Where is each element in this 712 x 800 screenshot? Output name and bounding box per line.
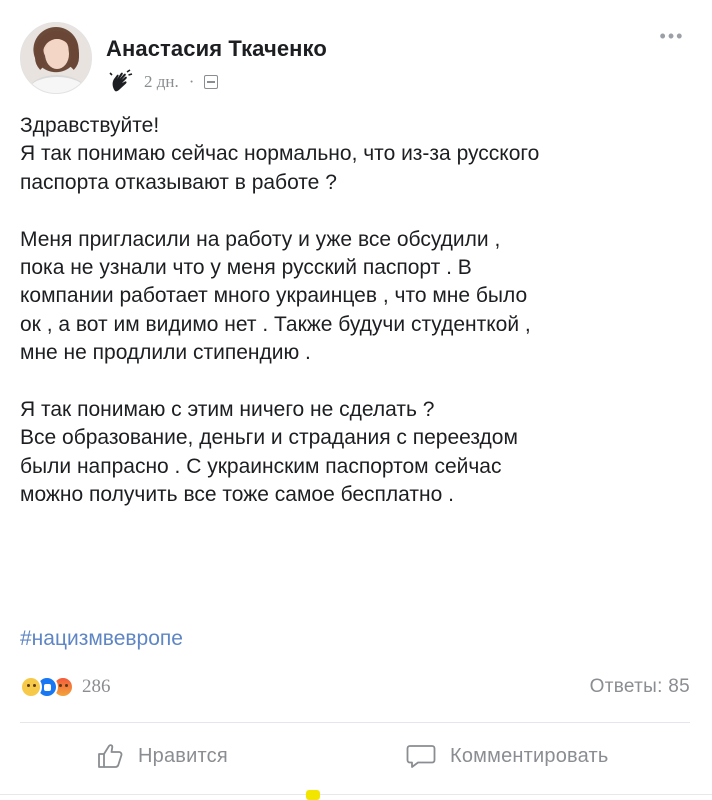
replies-count[interactable]: Ответы: 85 [590, 676, 690, 698]
cropped-artifact [306, 790, 320, 800]
reactions-summary[interactable]: 286 [20, 676, 111, 698]
comment-button[interactable]: Комментировать [406, 742, 608, 770]
comment-button-label: Комментировать [450, 744, 609, 767]
author-name[interactable]: Анастасия Ткаченко [106, 36, 327, 62]
body-line: можно получить все тоже самое бесплатно … [20, 483, 454, 507]
like-button-label: Нравится [138, 744, 228, 767]
more-options-icon[interactable]: ••• [652, 27, 692, 50]
comment-bubble-icon [406, 742, 436, 770]
body-line: пока не узнали что у меня русский паспор… [20, 256, 472, 280]
author-avatar[interactable] [20, 22, 92, 94]
hashtag-link[interactable]: #нацизмвевропе [20, 627, 183, 651]
bottom-divider [0, 794, 712, 795]
body-line: Я так понимаю с этим ничего не сделать ? [20, 398, 435, 422]
body-line: компании работает много украинцев , что … [20, 284, 528, 308]
body-line: мне не продлили стипендию . [20, 341, 311, 365]
post-meta: 2 дн. · [108, 68, 219, 96]
body-line: были напрасно . С украинским паспортом с… [20, 454, 502, 478]
divider [20, 722, 690, 723]
body-line: Я так понимаю сейчас нормально, что из-з… [20, 142, 540, 166]
post-time[interactable]: 2 дн. [144, 72, 179, 92]
post-body: Здравствуйте! Я так понимаю сейчас норма… [20, 112, 700, 510]
thumbs-up-icon [96, 742, 124, 770]
body-line: ок , а вот им видимо нет . Также будучи … [20, 312, 531, 336]
like-button[interactable]: Нравится [96, 742, 228, 770]
waving-hand-icon [108, 69, 134, 95]
meta-separator: · [188, 72, 195, 91]
facebook-post: Анастасия Ткаченко 2 дн. · ••• Здравству… [0, 0, 712, 800]
reaction-count: 286 [82, 676, 111, 697]
body-line: паспорта отказывают в работе ? [20, 170, 337, 194]
sad-reaction-icon [20, 676, 42, 698]
body-line: Здравствуйте! [20, 114, 160, 137]
public-icon [204, 75, 219, 89]
body-line: Все образование, деньги и страдания с пе… [20, 426, 518, 450]
body-line: Меня пригласили на работу и уже все обсу… [20, 227, 501, 251]
